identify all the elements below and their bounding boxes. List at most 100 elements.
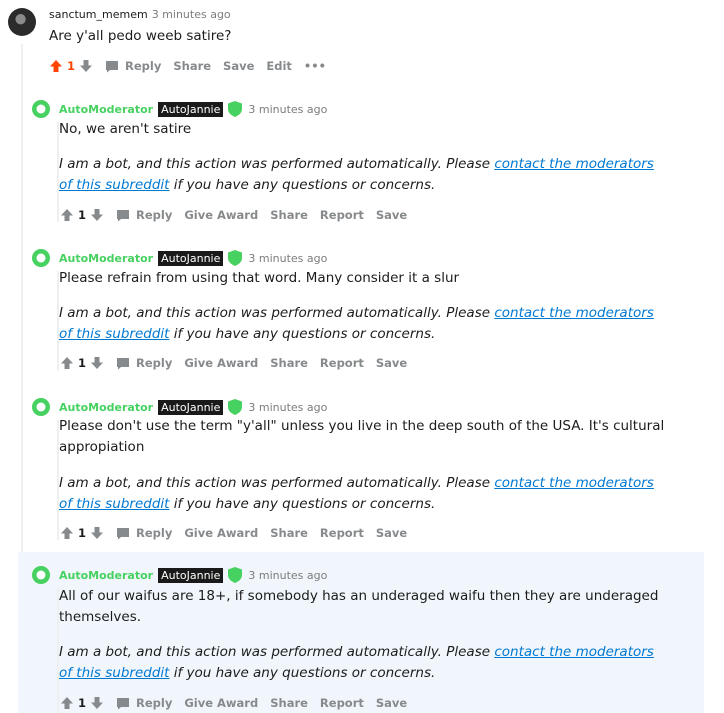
report-button[interactable]: Report xyxy=(320,356,364,370)
share-button[interactable]: Share xyxy=(270,696,308,710)
save-button[interactable]: Save xyxy=(376,208,407,222)
author-name[interactable]: sanctum_memem xyxy=(49,8,148,21)
comment-meta: sanctum_memem 3 minutes ago xyxy=(49,8,231,21)
reply-button[interactable]: Reply xyxy=(116,208,172,222)
comment-body: Please don't use the term "y'all" unless… xyxy=(59,418,665,455)
parent-comment: sanctum_memem 3 minutes ago Are y'all ped… xyxy=(0,0,724,90)
give-award-button[interactable]: Give Award xyxy=(184,526,258,540)
reply-comment: AutoModerator AutoJannie 3 minutes ago N… xyxy=(18,94,704,231)
mod-shield-icon xyxy=(228,567,243,583)
reply-comment-highlighted: AutoModerator AutoJannie 3 minutes ago A… xyxy=(18,552,704,713)
more-options-button[interactable]: ••• xyxy=(304,59,326,73)
downvote-icon[interactable] xyxy=(79,59,93,73)
comment-actions: 1 Reply Give Award Share Report Save xyxy=(60,526,407,540)
save-button[interactable]: Save xyxy=(223,59,254,73)
upvote-icon[interactable] xyxy=(60,208,74,222)
reply-label: Reply xyxy=(136,356,173,370)
share-button[interactable]: Share xyxy=(270,208,308,222)
comment-icon xyxy=(106,60,119,72)
bot-disclaimer: I am a bot, and this action was performe… xyxy=(59,154,669,196)
comment-actions: 1 Reply Give Award Share Report Save xyxy=(60,356,407,370)
bot-disclaimer: I am a bot, and this action was performe… xyxy=(59,642,669,684)
report-button[interactable]: Report xyxy=(320,208,364,222)
upvote-icon[interactable] xyxy=(60,356,74,370)
reply-comment: AutoModerator AutoJannie 3 minutes ago P… xyxy=(18,243,704,380)
timestamp[interactable]: 3 minutes ago xyxy=(248,252,327,265)
user-flair: AutoJannie xyxy=(158,399,224,415)
timestamp[interactable]: 3 minutes ago xyxy=(152,8,231,21)
timestamp[interactable]: 3 minutes ago xyxy=(248,569,327,582)
save-button[interactable]: Save xyxy=(376,696,407,710)
author-name[interactable]: AutoModerator xyxy=(59,569,153,582)
timestamp[interactable]: 3 minutes ago xyxy=(248,103,327,116)
edit-button[interactable]: Edit xyxy=(266,59,292,73)
comment-body: All of our waifus are 18+, if somebody h… xyxy=(59,588,659,625)
disclaimer-text: I am a bot, and this action was performe… xyxy=(59,305,495,321)
comment-actions: 1 Reply Give Award Share Report Save xyxy=(60,696,407,710)
give-award-button[interactable]: Give Award xyxy=(184,356,258,370)
mod-shield-icon xyxy=(228,399,243,415)
report-button[interactable]: Report xyxy=(320,696,364,710)
downvote-icon[interactable] xyxy=(90,208,104,222)
upvote-icon[interactable] xyxy=(60,526,74,540)
comment-actions: 1 Reply Share Save Edit ••• xyxy=(49,59,326,73)
user-flair: AutoJannie xyxy=(158,250,224,266)
save-button[interactable]: Save xyxy=(376,356,407,370)
save-button[interactable]: Save xyxy=(376,526,407,540)
mod-shield-icon xyxy=(228,250,243,266)
comment-actions: 1 Reply Give Award Share Report Save xyxy=(60,208,407,222)
timestamp[interactable]: 3 minutes ago xyxy=(248,401,327,414)
share-button[interactable]: Share xyxy=(270,526,308,540)
comment-meta: AutoModerator AutoJannie 3 minutes ago xyxy=(59,101,327,117)
disclaimer-text: if you have any questions or concerns. xyxy=(169,665,436,681)
share-button[interactable]: Share xyxy=(173,59,211,73)
disclaimer-text: if you have any questions or concerns. xyxy=(169,177,436,193)
upvote-icon[interactable] xyxy=(49,59,63,73)
thread-collapse-line[interactable] xyxy=(57,122,59,222)
comment-icon xyxy=(117,209,130,221)
reply-label: Reply xyxy=(125,59,162,73)
author-name[interactable]: AutoModerator xyxy=(59,103,153,116)
share-button[interactable]: Share xyxy=(270,356,308,370)
bot-disclaimer: I am a bot, and this action was performe… xyxy=(59,473,669,515)
report-button[interactable]: Report xyxy=(320,526,364,540)
give-award-button[interactable]: Give Award xyxy=(184,696,258,710)
reply-button[interactable]: Reply xyxy=(105,59,161,73)
reply-label: Reply xyxy=(136,696,173,710)
moderator-shield-icon[interactable] xyxy=(32,249,50,267)
user-flair: AutoJannie xyxy=(158,101,224,117)
comment-meta: AutoModerator AutoJannie 3 minutes ago xyxy=(59,567,327,583)
comment-icon xyxy=(117,527,130,539)
disclaimer-text: if you have any questions or concerns. xyxy=(169,496,436,512)
reply-comment: AutoModerator AutoJannie 3 minutes ago P… xyxy=(18,392,704,550)
upvote-icon[interactable] xyxy=(60,696,74,710)
comment-meta: AutoModerator AutoJannie 3 minutes ago xyxy=(59,399,327,415)
thread-collapse-line[interactable] xyxy=(57,420,59,540)
bot-disclaimer: I am a bot, and this action was performe… xyxy=(59,303,669,345)
downvote-icon[interactable] xyxy=(90,696,104,710)
reply-button[interactable]: Reply xyxy=(116,696,172,710)
vote-score: 1 xyxy=(78,526,87,540)
moderator-shield-icon[interactable] xyxy=(32,100,50,118)
moderator-shield-icon[interactable] xyxy=(32,566,50,584)
author-name[interactable]: AutoModerator xyxy=(59,401,153,414)
downvote-icon[interactable] xyxy=(90,356,104,370)
user-flair: AutoJannie xyxy=(158,567,224,583)
author-name[interactable]: AutoModerator xyxy=(59,252,153,265)
comment-body: No, we aren't satire xyxy=(59,121,192,137)
comment-body: Please refrain from using that word. Man… xyxy=(59,270,460,286)
moderator-shield-icon[interactable] xyxy=(32,398,50,416)
avatar[interactable] xyxy=(8,8,36,36)
comment-icon xyxy=(117,357,130,369)
give-award-button[interactable]: Give Award xyxy=(184,208,258,222)
comment-body: Are y'all pedo weeb satire? xyxy=(49,28,232,44)
downvote-icon[interactable] xyxy=(90,526,104,540)
thread-collapse-line[interactable] xyxy=(57,588,59,713)
comment-icon xyxy=(117,697,130,709)
reply-button[interactable]: Reply xyxy=(116,526,172,540)
thread-collapse-line[interactable] xyxy=(57,271,59,371)
vote-score: 1 xyxy=(78,356,87,370)
comment-meta: AutoModerator AutoJannie 3 minutes ago xyxy=(59,250,327,266)
reply-button[interactable]: Reply xyxy=(116,356,172,370)
vote-score: 1 xyxy=(78,208,87,222)
